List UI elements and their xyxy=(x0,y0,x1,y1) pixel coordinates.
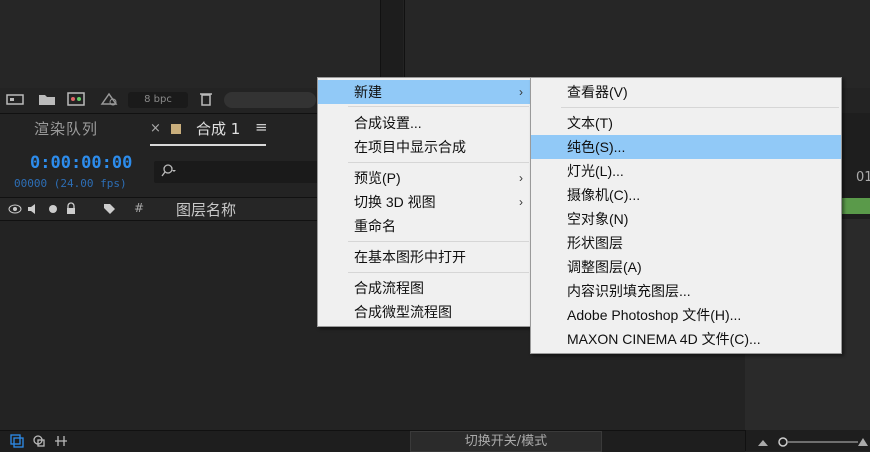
menu-item-open-in-essential-graphics[interactable]: 在基本图形中打开 xyxy=(318,245,531,269)
timeline-bottom-bar xyxy=(0,430,745,452)
menu-item-preview[interactable]: 预览(P) › xyxy=(318,166,531,190)
submenu-arrow-icon: › xyxy=(519,85,523,99)
submenu-item-null-object[interactable]: 空对象(N) xyxy=(531,207,841,231)
timeline-bottom-icons[interactable] xyxy=(10,434,74,448)
panel-menu-icon[interactable]: ≡ xyxy=(255,118,268,136)
trash-icon[interactable] xyxy=(197,92,215,106)
submenu-item-shape-layer[interactable]: 形状图层 xyxy=(531,231,841,255)
layer-name-header[interactable]: 图层名称 xyxy=(176,199,236,220)
submenu-item-light[interactable]: 灯光(L)... xyxy=(531,159,841,183)
toggle-switches-modes-button[interactable]: 切换开关/模式 xyxy=(410,431,602,452)
project-settings-icon[interactable] xyxy=(100,92,118,106)
new-composition-icon[interactable] xyxy=(67,92,85,106)
composition-panel-left xyxy=(0,0,381,88)
timeline-context-menu: 新建 › 合成设置... 在项目中显示合成 预览(P) › 切换 3D 视图 › 重命… xyxy=(317,77,532,327)
submenu-item-solid[interactable]: 纯色(S)... xyxy=(531,135,841,159)
menu-separator xyxy=(348,162,529,163)
menu-item-rename[interactable]: 重命名 xyxy=(318,214,531,238)
zoom-slider[interactable] xyxy=(758,434,868,448)
layer-switch-icons[interactable] xyxy=(8,202,118,216)
current-time-display[interactable]: 0:00:00:00 xyxy=(30,153,132,173)
layer-number-header: # xyxy=(134,201,145,215)
toolbar-slider[interactable] xyxy=(224,92,316,108)
submenu-item-camera[interactable]: 摄像机(C)... xyxy=(531,183,841,207)
submenu-arrow-icon: › xyxy=(519,195,523,209)
submenu-item-cinema4d-file[interactable]: MAXON CINEMA 4D 文件(C)... xyxy=(531,327,841,351)
bit-depth-button[interactable]: 8 bpc xyxy=(128,92,188,108)
tab-render-queue[interactable]: 渲染队列 xyxy=(34,118,98,139)
submenu-arrow-icon: › xyxy=(519,171,523,185)
menu-item-composition-mini-flowchart[interactable]: 合成微型流程图 xyxy=(318,300,531,324)
menu-separator xyxy=(348,106,529,107)
menu-item-reveal-in-project[interactable]: 在项目中显示合成 xyxy=(318,135,531,159)
submenu-item-content-aware-fill-layer[interactable]: 内容识别填充图层... xyxy=(531,279,841,303)
viewer-panel xyxy=(404,0,870,88)
active-tab-indicator xyxy=(150,144,266,146)
new-submenu: 查看器(V) 文本(T) 纯色(S)... 灯光(L)... 摄像机(C)...… xyxy=(530,77,842,354)
work-area-bar[interactable] xyxy=(840,198,870,214)
layer-search-input[interactable] xyxy=(154,161,324,183)
menu-separator xyxy=(348,241,529,242)
submenu-item-adjustment-layer[interactable]: 调整图层(A) xyxy=(531,255,841,279)
menu-item-composition-flowchart[interactable]: 合成流程图 xyxy=(318,276,531,300)
time-ruler-label: 01 xyxy=(856,170,870,185)
menu-item-switch-3d-view[interactable]: 切换 3D 视图 › xyxy=(318,190,531,214)
submenu-item-photoshop-file[interactable]: Adobe Photoshop 文件(H)... xyxy=(531,303,841,327)
tab-composition[interactable]: 合成 1 xyxy=(196,118,240,139)
search-icon xyxy=(161,164,176,177)
menu-item-composition-settings[interactable]: 合成设置... xyxy=(318,111,531,135)
panel-divider xyxy=(381,0,403,88)
menu-separator xyxy=(561,107,839,108)
project-toolbar: 8 bpc xyxy=(0,88,320,112)
close-tab-icon[interactable]: × xyxy=(150,121,161,136)
submenu-item-viewer[interactable]: 查看器(V) xyxy=(531,80,841,104)
composition-color-swatch xyxy=(171,124,181,134)
frame-count-display: 00000 (24.00 fps) xyxy=(14,177,127,190)
new-folder-icon[interactable] xyxy=(38,92,56,106)
menu-item-new[interactable]: 新建 › xyxy=(318,80,531,104)
menu-separator xyxy=(348,272,529,273)
submenu-item-text[interactable]: 文本(T) xyxy=(531,111,841,135)
interpret-footage-icon[interactable] xyxy=(6,92,24,106)
